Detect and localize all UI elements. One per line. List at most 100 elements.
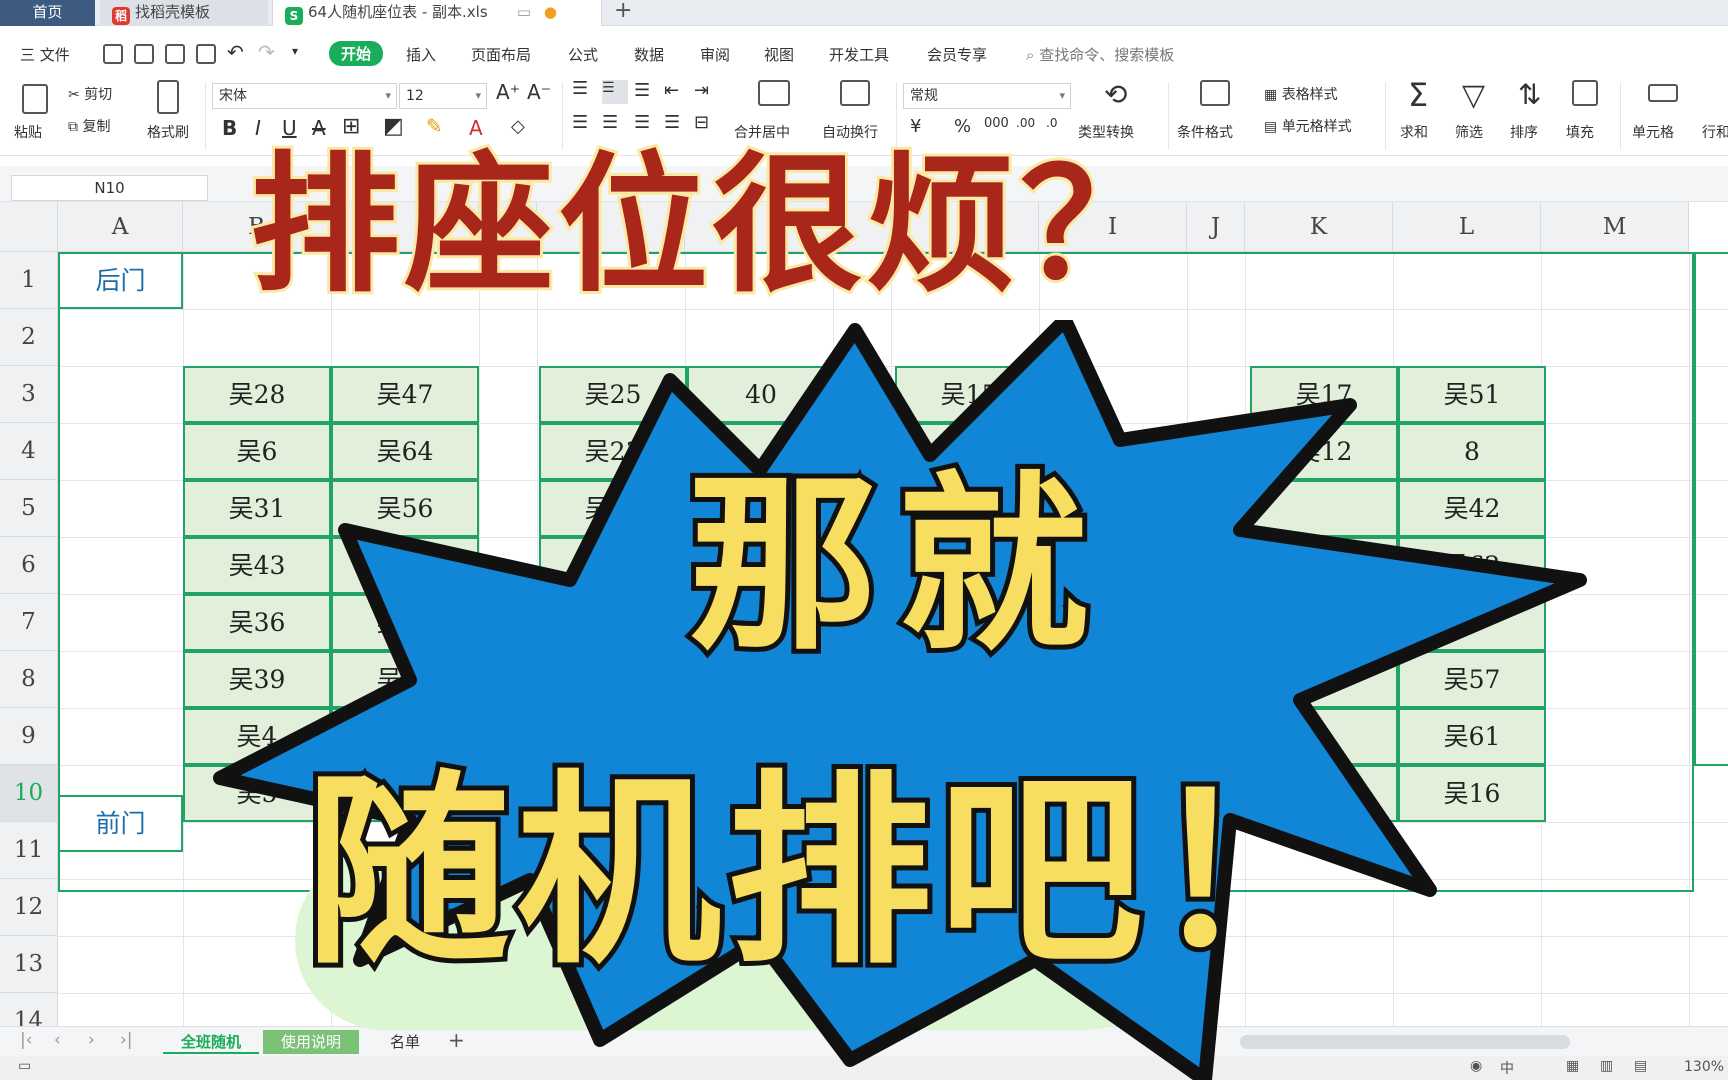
page-break-view-icon[interactable]: ▤ — [1634, 1058, 1647, 1074]
seat-cell[interactable]: 吴37 — [539, 480, 687, 537]
align-top-icon[interactable]: ☰ — [572, 78, 588, 99]
indent-increase-icon[interactable]: ⇥ — [694, 80, 709, 101]
seat-cell[interactable] — [1250, 537, 1398, 594]
row-header[interactable]: 1 — [0, 252, 58, 309]
new-tab-button[interactable]: + — [614, 0, 632, 23]
seat-cell[interactable]: 吴16 — [1398, 765, 1546, 822]
row-header[interactable]: 8 — [0, 651, 58, 708]
seat-cell[interactable]: 吴15 — [895, 366, 1043, 423]
menu-data[interactable]: 数据 — [634, 44, 664, 65]
seat-cell[interactable]: 吴43 — [183, 537, 331, 594]
row-header[interactable]: 12 — [0, 879, 58, 936]
font-size-select[interactable]: 12 — [399, 83, 487, 109]
select-all-corner[interactable] — [0, 202, 58, 252]
seat-cell[interactable]: 吴23 — [539, 423, 687, 480]
conditional-format-icon[interactable] — [1200, 80, 1230, 106]
seat-cell[interactable] — [1250, 765, 1398, 822]
fill-button[interactable]: 填充 — [1566, 122, 1594, 142]
save-icon[interactable] — [103, 44, 123, 64]
font-color-icon[interactable]: A — [469, 116, 483, 140]
justify-icon[interactable]: ☰ — [664, 112, 680, 133]
tab-template[interactable]: 稻找稻壳模板 — [100, 0, 268, 26]
column-header[interactable] — [537, 202, 685, 252]
table-style-button[interactable]: ▦ 表格样式 — [1264, 84, 1338, 104]
column-header[interactable]: M — [1541, 202, 1689, 252]
wrap-text-icon[interactable] — [840, 80, 870, 106]
font-shrink-icon[interactable]: A⁻ — [527, 80, 551, 104]
seat-cell[interactable] — [1250, 480, 1398, 537]
bold-icon[interactable]: B — [222, 116, 237, 140]
row-header[interactable]: 2 — [0, 309, 58, 366]
cell-icon[interactable] — [1648, 84, 1678, 102]
paste-button[interactable]: 粘贴 — [14, 122, 42, 142]
eye-protect-icon[interactable]: ◉ — [1470, 1058, 1482, 1074]
decimal-decrease-icon[interactable]: .0 — [1046, 116, 1057, 130]
macro-record-icon[interactable]: ▭ — [18, 1058, 31, 1074]
menu-review[interactable]: 审阅 — [700, 44, 730, 65]
seat-cell[interactable]: 吴14 — [331, 537, 479, 594]
seat-cell[interactable]: 吴51 — [1398, 366, 1546, 423]
filter-button[interactable]: 筛选 — [1455, 122, 1483, 142]
column-header[interactable]: J — [1187, 202, 1245, 252]
sheet-tab-3[interactable]: 名单 — [372, 1030, 438, 1054]
menu-file[interactable]: 三 文件 — [20, 44, 70, 65]
export-icon[interactable] — [134, 44, 154, 64]
row-header[interactable]: 7 — [0, 594, 58, 651]
copy-button[interactable]: ⧉ 复制 — [68, 116, 110, 136]
align-bottom-icon[interactable]: ☰ — [634, 80, 650, 101]
seat-cell[interactable] — [1250, 651, 1398, 708]
seat-cell[interactable]: 吴5 — [539, 537, 687, 594]
undo-icon[interactable]: ↶ — [227, 40, 244, 64]
add-sheet-icon[interactable]: + — [448, 1028, 465, 1052]
sheet-tab-2[interactable]: 使用说明 — [263, 1030, 360, 1054]
column-header[interactable]: I — [1039, 202, 1187, 252]
distributed-icon[interactable]: ⊟ — [694, 112, 709, 133]
menu-view[interactable]: 视图 — [764, 44, 794, 65]
underline-icon[interactable]: U — [282, 116, 297, 140]
row-header[interactable]: 10 — [0, 765, 58, 822]
seat-cell[interactable]: 吴39 — [183, 651, 331, 708]
seat-cell[interactable] — [1250, 708, 1398, 765]
menu-member[interactable]: 会员专享 — [927, 44, 987, 65]
row-col-button[interactable]: 行和 — [1702, 122, 1728, 142]
wrap-text-button[interactable]: 自动换行 — [822, 122, 878, 142]
column-header[interactable] — [685, 202, 833, 252]
last-sheet-icon[interactable]: ›| — [120, 1030, 133, 1050]
decimal-increase-icon[interactable]: .00 — [1016, 116, 1035, 130]
border-icon[interactable]: ⊞ — [342, 114, 360, 139]
number-format-select[interactable]: 常规 — [903, 83, 1071, 109]
seat-cell[interactable]: 吴12 — [1250, 423, 1398, 480]
sheet-grid[interactable]: ABIJKLM 1 2 3 4 5 6 7 8 9 10 11 12 13 14 后门 前门 吴28 吴6 吴… — [0, 202, 1728, 1051]
column-header[interactable]: K — [1245, 202, 1393, 252]
page-layout-view-icon[interactable]: ▥ — [1600, 1058, 1613, 1074]
row-header[interactable]: 5 — [0, 480, 58, 537]
seat-cell[interactable] — [1250, 594, 1398, 651]
print-preview-icon[interactable] — [196, 44, 216, 64]
cell-button[interactable]: 单元格 — [1632, 122, 1674, 142]
seat-cell[interactable]: 吴5 — [183, 765, 331, 822]
seat-cell[interactable]: 吴42 — [1398, 480, 1546, 537]
name-box[interactable]: N10 — [11, 175, 208, 201]
seat-cell[interactable]: 吴17 — [1250, 366, 1398, 423]
seat-cell[interactable]: 吴62 — [1398, 537, 1546, 594]
type-convert-button[interactable]: 类型转换 — [1078, 122, 1134, 142]
italic-icon[interactable]: I — [255, 116, 261, 140]
align-left-icon[interactable]: ☰ — [572, 112, 588, 133]
next-sheet-icon[interactable]: › — [88, 1030, 95, 1050]
menu-formula[interactable]: 公式 — [568, 44, 598, 65]
fill-color-icon[interactable]: ◩ — [383, 114, 404, 139]
zoom-level[interactable]: 130% — [1684, 1059, 1724, 1075]
back-door-cell[interactable]: 后门 — [58, 252, 183, 309]
percent-icon[interactable]: % — [954, 116, 971, 137]
seat-cell[interactable]: 吴25 — [539, 366, 687, 423]
cut-button[interactable]: ✂ 剪切 — [68, 84, 112, 104]
menu-insert[interactable]: 插入 — [406, 44, 436, 65]
normal-view-icon[interactable]: ▦ — [1566, 1058, 1579, 1074]
seat-cell[interactable] — [687, 537, 835, 594]
highlight-icon[interactable]: ✎ — [426, 114, 443, 138]
front-door-cell[interactable]: 前门 — [58, 795, 183, 852]
indent-decrease-icon[interactable]: ⇤ — [664, 80, 679, 101]
column-header[interactable]: A — [58, 202, 183, 252]
font-grow-icon[interactable]: A⁺ — [496, 80, 520, 104]
seat-cell[interactable]: 40 — [687, 366, 835, 423]
